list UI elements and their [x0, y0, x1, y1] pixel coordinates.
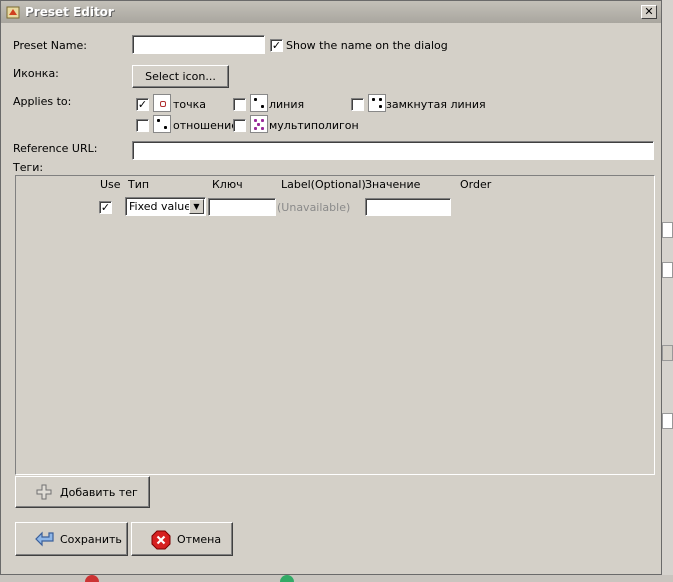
background-field [662, 262, 673, 278]
node-icon [153, 94, 171, 112]
add-tag-label: Добавить тег [60, 486, 138, 499]
close-button[interactable]: ✕ [641, 5, 657, 19]
applies-node-label: точка [173, 98, 207, 111]
tag-use-checkbox[interactable]: ✓ [99, 201, 112, 214]
background-icon [85, 575, 99, 582]
applies-multipolygon-checkbox[interactable] [233, 119, 246, 132]
icon-label: Иконка: [13, 67, 59, 80]
cancel-icon [151, 530, 171, 550]
column-header-use: Use [100, 178, 121, 191]
reference-url-input[interactable] [132, 141, 654, 160]
applies-way-checkbox[interactable] [233, 98, 246, 111]
background-field [662, 222, 673, 238]
tag-label-unavailable: (Unavailable) [277, 201, 351, 214]
column-header-order: Order [460, 178, 492, 191]
dropdown-arrow-icon[interactable]: ▼ [189, 199, 204, 214]
cancel-button[interactable]: Отмена [131, 522, 233, 556]
tag-key-input[interactable] [208, 198, 276, 216]
applies-node-checkbox[interactable]: ✓ [136, 98, 149, 111]
background-icon [280, 575, 294, 582]
preset-name-label: Preset Name: [13, 39, 87, 52]
applies-relation-checkbox[interactable] [136, 119, 149, 132]
tag-type-select[interactable]: Fixed value ▼ [125, 197, 206, 216]
show-name-label: Show the name on the dialog [286, 39, 448, 52]
save-button[interactable]: Сохранить [15, 522, 128, 556]
title-bar[interactable]: Preset Editor ✕ [1, 1, 661, 23]
background-taskbar [0, 575, 673, 582]
background-scrollbar [662, 345, 673, 361]
applies-way-label: линия [269, 98, 305, 111]
relation-icon [153, 115, 171, 133]
window-title: Preset Editor [25, 5, 114, 19]
add-tag-button[interactable]: Добавить тег [15, 476, 150, 508]
column-header-key: Ключ [212, 178, 243, 191]
way-icon [250, 94, 268, 112]
background-field [662, 413, 673, 429]
column-header-type: Тип [128, 178, 150, 191]
tags-label: Теги: [13, 161, 44, 174]
closed-way-icon [368, 94, 386, 112]
save-arrow-icon [35, 531, 54, 547]
josm-app-icon [6, 6, 20, 19]
tags-panel: Use Тип Ключ Label(Optional) Значение Or… [15, 175, 655, 475]
reference-url-label: Reference URL: [13, 142, 98, 155]
applies-closed-way-checkbox[interactable] [351, 98, 364, 111]
applies-relation-label: отношение [173, 119, 239, 132]
column-header-value: Значение [365, 178, 421, 191]
applies-to-label: Applies to: [13, 95, 72, 108]
tag-value-input[interactable] [365, 198, 451, 216]
tag-type-value: Fixed value [129, 200, 192, 213]
show-name-checkbox[interactable]: ✓ [270, 39, 283, 52]
column-header-label: Label(Optional) [281, 178, 366, 191]
select-icon-button[interactable]: Select icon... [132, 65, 229, 88]
multipolygon-icon [250, 115, 268, 133]
applies-multipolygon-label: мультиполигон [269, 119, 359, 132]
applies-closed-way-label: замкнутая линия [386, 98, 486, 111]
plus-icon [36, 484, 52, 500]
cancel-label: Отмена [177, 533, 222, 546]
save-label: Сохранить [60, 533, 122, 546]
background-app-edge [662, 0, 673, 582]
preset-editor-dialog: Preset Editor ✕ Preset Name: ✓ Show the … [0, 0, 662, 575]
preset-name-input[interactable] [132, 35, 265, 54]
